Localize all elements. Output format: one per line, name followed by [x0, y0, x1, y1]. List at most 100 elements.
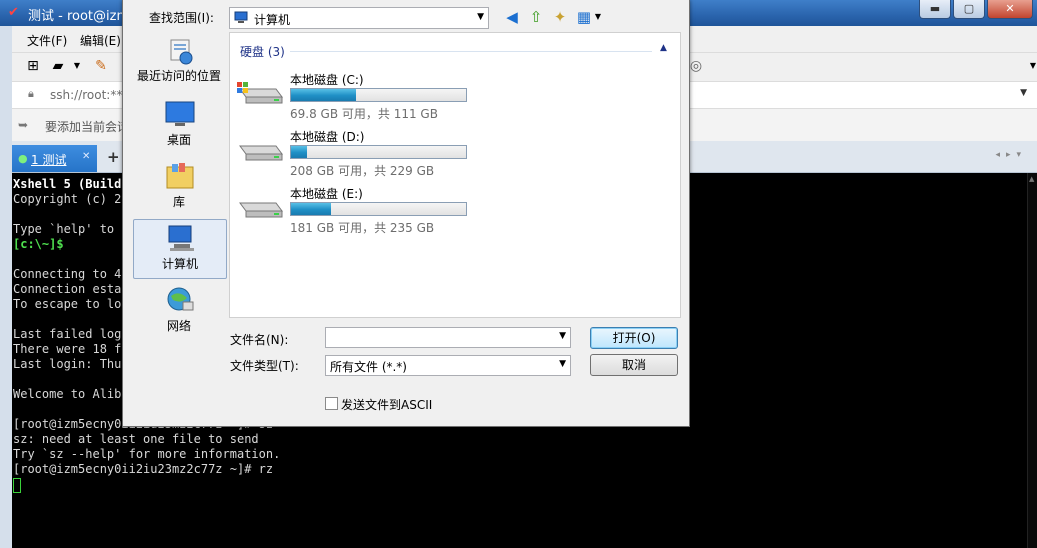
hard-drive-icon — [239, 202, 283, 218]
drive-name: 本地磁盘 (D:) — [290, 130, 365, 144]
look-in-combobox[interactable]: 计算机 ▼ — [229, 7, 489, 29]
drive-usage-bar — [290, 88, 467, 102]
terminal-line: Copyright (c) 20 — [13, 192, 129, 206]
new-folder-icon[interactable]: ✦ — [551, 8, 569, 26]
close-button[interactable]: ✕ — [987, 0, 1033, 19]
terminal-line: To escape to loc — [13, 297, 129, 311]
menu-edit[interactable]: 编辑(E) — [80, 32, 121, 49]
places-bar: 最近访问的位置 桌面 库 计算机 网络 — [133, 32, 227, 333]
open-button[interactable]: 打开(O) — [590, 327, 678, 349]
place-desktop[interactable]: 桌面 — [133, 96, 225, 154]
drive-item-e[interactable]: 本地磁盘 (E:) 181 GB 可用，共 235 GB — [236, 183, 656, 239]
drive-item-c[interactable]: 本地磁盘 (C:) 69.8 GB 可用，共 111 GB — [236, 69, 656, 125]
hard-drive-icon — [239, 145, 283, 161]
hint-text: 要添加当前会话 — [45, 120, 130, 134]
tab-session-1[interactable]: ● 1 测试 ✕ — [12, 145, 97, 172]
terminal-line: There were 18 fa — [13, 342, 129, 356]
xshell-app-icon: ✔ — [8, 5, 19, 20]
library-icon — [166, 163, 194, 189]
drive-usage-fill — [291, 203, 332, 215]
back-icon[interactable]: ◀ — [503, 8, 521, 26]
place-label: 计算机 — [161, 257, 198, 271]
send-ascii-label[interactable]: 发送文件到ASCII — [341, 396, 432, 413]
cancel-button[interactable]: 取消 — [590, 354, 678, 376]
chevron-down-icon[interactable]: ▼ — [559, 331, 566, 341]
drive-name: 本地磁盘 (E:) — [290, 187, 363, 201]
terminal-line: sz: need at least one file to send — [13, 432, 259, 446]
minimize-button[interactable]: ▬ — [919, 0, 951, 19]
terminal-line: Type `help' to l — [13, 222, 129, 236]
open-folder-icon[interactable]: ▰ — [49, 58, 67, 74]
terminal-line: Xshell 5 (Build — [13, 177, 122, 191]
drive-free-space: 69.8 GB 可用，共 111 GB — [290, 107, 438, 121]
drive-item-d[interactable]: 本地磁盘 (D:) 208 GB 可用，共 229 GB — [236, 126, 656, 182]
menu-file[interactable]: 文件(F) — [27, 32, 67, 49]
drive-usage-fill — [291, 89, 356, 101]
filename-label: 文件名(N): — [230, 333, 289, 347]
terminal-line: Connection estab — [13, 282, 129, 296]
address-text: ssh://root:*** — [50, 88, 129, 102]
lock-icon: 🔒︎ — [28, 87, 34, 100]
new-session-icon[interactable]: ⊞ — [24, 58, 42, 74]
desktop-icon — [165, 101, 195, 126]
tab-label: 1 测试 — [31, 153, 67, 167]
recent-places-icon — [170, 39, 193, 65]
collapse-caret-icon[interactable]: ▲ — [660, 43, 667, 53]
filename-combobox[interactable]: ▼ — [325, 327, 571, 348]
terminal-line: Connecting to 47 — [13, 267, 129, 281]
open-file-dialog: 查找范围(I): 计算机 ▼ ◀ ⇧ ✦ ▦ ▼ 最近访问的位置 桌面 库 计算… — [122, 0, 690, 427]
drive-free-space: 208 GB 可用，共 229 GB — [290, 164, 435, 178]
arrow-icon: ➥ — [18, 118, 29, 132]
filetype-combobox[interactable]: 所有文件 (*.*) ▼ — [325, 355, 571, 376]
terminal-cursor — [13, 478, 21, 493]
chevron-down-icon[interactable]: ▼ — [589, 8, 607, 26]
window-left-border — [0, 26, 12, 548]
scroll-up-icon[interactable]: ▲ — [1029, 175, 1034, 183]
computer-icon — [168, 225, 194, 251]
drive-usage-fill — [291, 146, 307, 158]
drive-free-space: 181 GB 可用，共 235 GB — [290, 221, 435, 235]
toolbar-dropdown-icon[interactable]: ▼ — [1024, 58, 1037, 74]
terminal-scrollbar[interactable]: ▲ — [1027, 173, 1037, 548]
add-tab-button[interactable]: + — [107, 148, 120, 166]
chevron-down-icon[interactable]: ▼ — [68, 58, 86, 74]
tab-nav-arrows-icon[interactable]: ◂▸▾ — [995, 150, 1027, 160]
drive-name: 本地磁盘 (C:) — [290, 73, 364, 87]
network-icon — [167, 287, 194, 311]
group-header[interactable]: 硬盘 (3) — [240, 43, 285, 60]
filetype-value: 所有文件 (*.*) — [330, 360, 407, 374]
computer-small-icon — [234, 11, 248, 23]
window-controls: ▬ ▢ ✕ — [919, 0, 1033, 19]
place-computer[interactable]: 计算机 — [133, 219, 227, 279]
place-label: 最近访问的位置 — [136, 69, 221, 83]
group-divider — [290, 51, 652, 52]
tab-close-icon[interactable]: ✕ — [82, 151, 90, 162]
terminal-line: Welcome to Aliba — [13, 387, 129, 401]
terminal-line: Last failed logi — [13, 327, 129, 341]
place-label: 网络 — [166, 319, 191, 333]
maximize-button[interactable]: ▢ — [953, 0, 985, 19]
terminal-line: Last login: Thu — [13, 357, 129, 371]
terminal-line: Try `sz --help' for more information. — [13, 447, 281, 461]
window-title: 测试 - root@izm — [28, 9, 130, 24]
place-network[interactable]: 网络 — [133, 282, 225, 340]
hard-drive-windows-icon — [237, 82, 283, 104]
chevron-down-icon[interactable]: ▼ — [559, 359, 566, 369]
place-recent[interactable]: 最近访问的位置 — [133, 34, 225, 90]
up-folder-icon[interactable]: ⇧ — [527, 8, 545, 26]
file-list[interactable]: 硬盘 (3) ▲ 本地磁盘 (C:) 69.8 GB 可用，共 111 GB 本… — [229, 32, 681, 318]
look-in-value: 计算机 — [254, 13, 291, 27]
place-library[interactable]: 库 — [133, 158, 225, 216]
address-dropdown-icon[interactable]: ▼ — [1020, 88, 1027, 98]
pencil-icon[interactable]: ✎ — [92, 58, 110, 74]
place-label: 库 — [172, 195, 185, 209]
send-ascii-checkbox[interactable] — [325, 397, 338, 410]
drive-usage-bar — [290, 145, 467, 159]
filetype-label: 文件类型(T): — [230, 359, 299, 373]
chevron-down-icon[interactable]: ▼ — [477, 12, 484, 22]
terminal-line: [c:\~]$ — [13, 237, 64, 251]
place-label: 桌面 — [166, 133, 191, 147]
drive-usage-bar — [290, 202, 467, 216]
connected-status-icon: ● — [18, 152, 28, 165]
terminal-line: [root@izm5ecny0ii2iu23mz2c77z ~]# rz — [13, 462, 274, 476]
